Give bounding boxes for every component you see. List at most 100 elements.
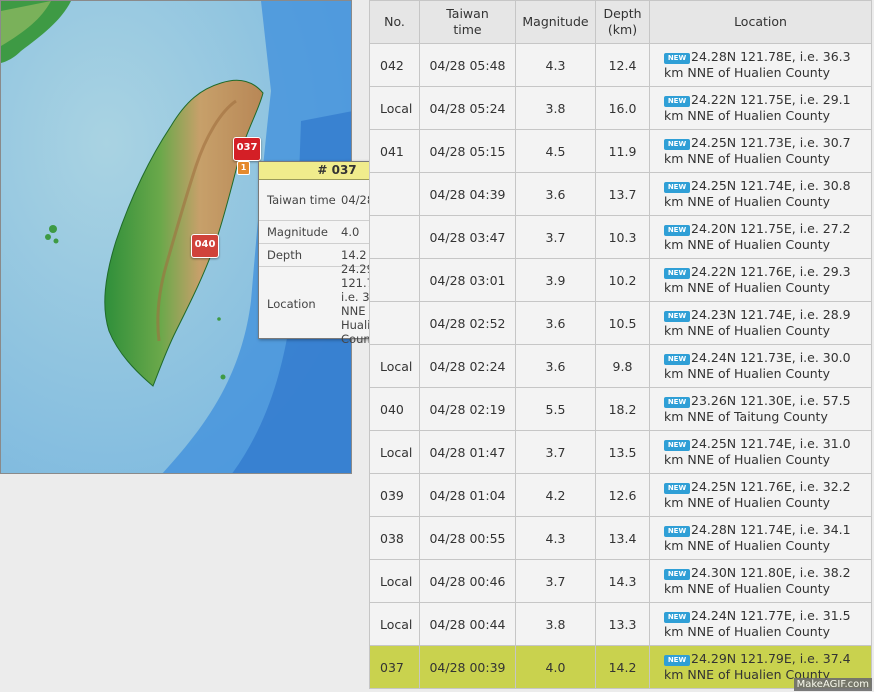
header-depth[interactable]: Depth (km) — [595, 0, 650, 44]
cell-no — [369, 172, 420, 216]
header-time[interactable]: Taiwan time — [419, 0, 516, 44]
new-badge-icon: NEW — [664, 96, 690, 107]
cell-location: NEW 24.25N 121.73E, i.e. 30.7 km NNE of H… — [649, 129, 872, 173]
location-text: 24.24N 121.73E, i.e. 30.0 km NNE of Hual… — [664, 350, 851, 381]
table-row[interactable]: 041 04/28 05:15 4.5 11.9 NEW 24.25N 121.73E, … — [369, 129, 872, 173]
new-badge-icon: NEW — [664, 182, 690, 193]
table-row[interactable]: Local 04/28 05:24 3.8 16.0 NEW 24.22N 121.75E… — [369, 86, 872, 130]
cell-no: Local — [369, 559, 420, 603]
table-row[interactable]: Local 04/28 00:46 3.7 14.3 NEW 24.30N 121.80E… — [369, 559, 872, 603]
cell-location: NEW 24.28N 121.74E, i.e. 34.1 km NNE of H… — [649, 516, 872, 560]
popup-key: Taiwan time — [267, 193, 336, 207]
table-row[interactable]: 04/28 03:47 3.7 10.3 NEW 24.20N 121.75E, i.e… — [369, 215, 872, 259]
table-row[interactable]: 039 04/28 01:04 4.2 12.6 NEW 24.25N 121.76E, … — [369, 473, 872, 517]
cell-no: Local — [369, 602, 420, 646]
cell-location: NEW 24.22N 121.75E, i.e. 29.1 km NNE of H… — [649, 86, 872, 130]
cell-magnitude: 3.6 — [515, 172, 596, 216]
table-row[interactable]: 04/28 02:52 3.6 10.5 NEW 24.23N 121.74E, i.e… — [369, 301, 872, 345]
cell-location: NEW 24.25N 121.74E, i.e. 30.8 km NNE of H… — [649, 172, 872, 216]
new-badge-icon: NEW — [664, 354, 690, 365]
cell-depth: 13.5 — [595, 430, 650, 474]
cell-depth: 13.7 — [595, 172, 650, 216]
cell-depth: 10.2 — [595, 258, 650, 302]
cell-no: Local — [369, 430, 420, 474]
cell-location: NEW 24.24N 121.77E, i.e. 31.5 km NNE of H… — [649, 602, 872, 646]
table-row[interactable]: 040 04/28 02:19 5.5 18.2 NEW 23.26N 121.30E, … — [369, 387, 872, 431]
cell-depth: 18.2 — [595, 387, 650, 431]
cell-time: 04/28 02:19 — [419, 387, 516, 431]
popup-key: Depth — [267, 248, 303, 262]
cell-depth: 12.4 — [595, 43, 650, 87]
cell-magnitude: 5.5 — [515, 387, 596, 431]
cell-depth: 16.0 — [595, 86, 650, 130]
cell-time: 04/28 00:55 — [419, 516, 516, 560]
new-badge-icon: NEW — [664, 139, 690, 150]
popup-key: Magnitude — [267, 225, 328, 239]
cell-magnitude: 3.6 — [515, 344, 596, 388]
location-text: 24.20N 121.75E, i.e. 27.2 km NNE of Hual… — [664, 221, 851, 252]
cell-depth: 12.6 — [595, 473, 650, 517]
new-badge-icon: NEW — [664, 569, 690, 580]
cell-location: NEW 24.24N 121.73E, i.e. 30.0 km NNE of H… — [649, 344, 872, 388]
cell-no — [369, 215, 420, 259]
cell-time: 04/28 05:24 — [419, 86, 516, 130]
location-text: 24.28N 121.74E, i.e. 34.1 km NNE of Hual… — [664, 522, 851, 553]
new-badge-icon: NEW — [664, 612, 690, 623]
table-row[interactable]: Local 04/28 00:44 3.8 13.3 NEW 24.24N 121.77E… — [369, 602, 872, 646]
cell-no: 039 — [369, 473, 420, 517]
cell-no — [369, 301, 420, 345]
table-header-row: No. Taiwan time Magnitude Depth (km) Loc… — [369, 0, 872, 44]
quake-marker-040[interactable]: 040 — [191, 234, 219, 258]
location-text: 24.24N 121.77E, i.e. 31.5 km NNE of Hual… — [664, 608, 851, 639]
location-text: 24.25N 121.74E, i.e. 31.0 km NNE of Hual… — [664, 436, 851, 467]
cell-location: NEW 24.20N 121.75E, i.e. 27.2 km NNE of H… — [649, 215, 872, 259]
popup-key: Location — [267, 297, 316, 311]
cell-time: 04/28 02:24 — [419, 344, 516, 388]
table-row[interactable]: 042 04/28 05:48 4.3 12.4 NEW 24.28N 121.78E, … — [369, 43, 872, 87]
cell-no — [369, 258, 420, 302]
cell-magnitude: 3.7 — [515, 215, 596, 259]
cell-magnitude: 3.7 — [515, 430, 596, 474]
table-row[interactable]: 038 04/28 00:55 4.3 13.4 NEW 24.28N 121.74E, … — [369, 516, 872, 560]
location-text: 24.30N 121.80E, i.e. 38.2 km NNE of Hual… — [664, 565, 851, 596]
cell-depth: 13.4 — [595, 516, 650, 560]
new-badge-icon: NEW — [664, 440, 690, 451]
table-row[interactable]: Local 04/28 02:24 3.6 9.8 NEW 24.24N 121.73E,… — [369, 344, 872, 388]
cell-time: 04/28 03:47 — [419, 215, 516, 259]
header-magnitude[interactable]: Magnitude — [515, 0, 596, 44]
cell-time: 04/28 04:39 — [419, 172, 516, 216]
table-row[interactable]: 04/28 03:01 3.9 10.2 NEW 24.22N 121.76E, i.e… — [369, 258, 872, 302]
cell-depth: 14.3 — [595, 559, 650, 603]
cell-location: NEW 24.22N 121.76E, i.e. 29.3 km NNE of H… — [649, 258, 872, 302]
cell-no: 041 — [369, 129, 420, 173]
new-badge-icon: NEW — [664, 225, 690, 236]
new-badge-icon: NEW — [664, 483, 690, 494]
cell-location: NEW 24.23N 121.74E, i.e. 28.9 km NNE of H… — [649, 301, 872, 345]
new-badge-icon: NEW — [664, 53, 690, 64]
cell-location: NEW 24.28N 121.78E, i.e. 36.3 km NNE of H… — [649, 43, 872, 87]
new-badge-icon: NEW — [664, 526, 690, 537]
new-badge-icon: NEW — [664, 311, 690, 322]
cell-no: 042 — [369, 43, 420, 87]
cell-location: NEW 23.26N 121.30E, i.e. 57.5 km NNE of T… — [649, 387, 872, 431]
header-no[interactable]: No. — [369, 0, 420, 44]
location-text: 24.28N 121.78E, i.e. 36.3 km NNE of Hual… — [664, 49, 851, 80]
quake-cluster-marker[interactable]: 1 — [237, 161, 250, 175]
cell-magnitude: 3.8 — [515, 86, 596, 130]
cell-depth: 14.2 — [595, 645, 650, 689]
earthquake-table: No. Taiwan time Magnitude Depth (km) Loc… — [369, 0, 872, 689]
cell-depth: 11.9 — [595, 129, 650, 173]
new-badge-icon: NEW — [664, 397, 690, 408]
cell-no: Local — [369, 86, 420, 130]
cell-time: 04/28 00:46 — [419, 559, 516, 603]
table-row[interactable]: 04/28 04:39 3.6 13.7 NEW 24.25N 121.74E, i.e… — [369, 172, 872, 216]
location-text: 23.26N 121.30E, i.e. 57.5 km NNE of Tait… — [664, 393, 851, 424]
quake-marker-037[interactable]: 037 — [233, 137, 261, 161]
table-row[interactable]: Local 04/28 01:47 3.7 13.5 NEW 24.25N 121.74E… — [369, 430, 872, 474]
header-location[interactable]: Location — [649, 0, 872, 44]
cell-time: 04/28 03:01 — [419, 258, 516, 302]
cell-depth: 9.8 — [595, 344, 650, 388]
location-text: 24.22N 121.76E, i.e. 29.3 km NNE of Hual… — [664, 264, 851, 295]
new-badge-icon: NEW — [664, 268, 690, 279]
cell-time: 04/28 05:48 — [419, 43, 516, 87]
